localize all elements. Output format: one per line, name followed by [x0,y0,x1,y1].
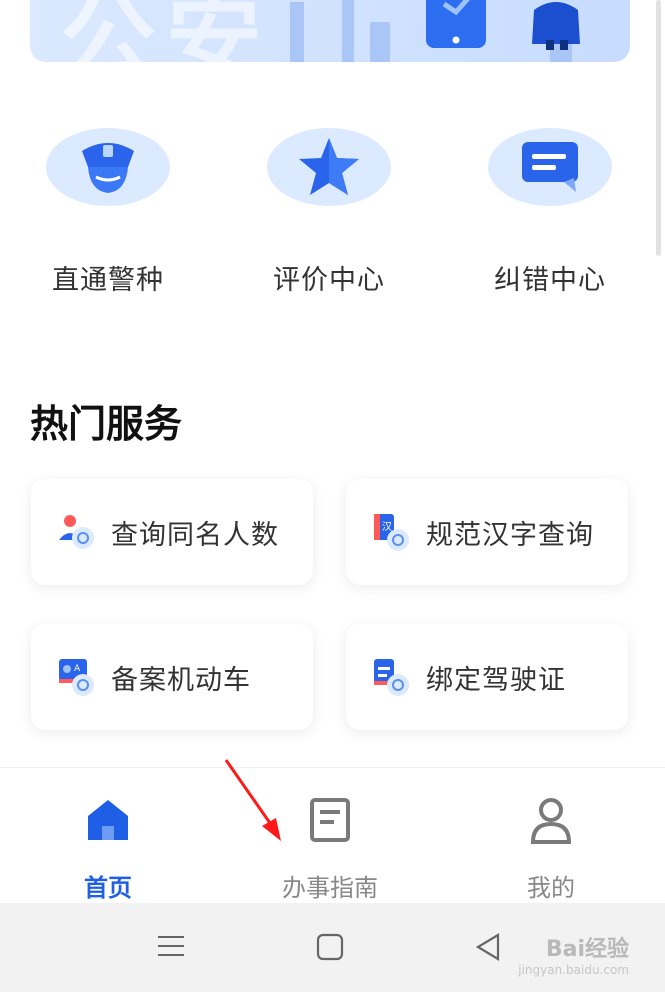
service-card-label: 规范汉字查询 [426,519,594,551]
tab-label: 我的 [527,874,575,902]
profile-icon [525,794,577,846]
tab-label: 办事指南 [282,874,378,902]
banner-building [290,2,304,62]
tab-guide[interactable]: 办事指南 [240,768,420,903]
message-icon [488,128,612,206]
guide-document-icon [304,794,356,846]
quick-entries: 直通警种 评价中心 纠错中心 [0,128,665,298]
service-card-vehicle-register[interactable]: A 备案机动车 [31,624,313,730]
svg-text:汉: 汉 [382,521,392,533]
person-search-icon [57,512,97,552]
driver-license-icon [372,657,412,697]
chinese-dictionary-icon: 汉 [372,512,412,552]
quick-entry-label: 评价中心 [273,265,385,296]
quick-entry-rating[interactable]: 评价中心 [249,128,409,297]
phone-illustration-icon [426,0,486,48]
quick-entry-correction[interactable]: 纠错中心 [470,128,630,297]
bottom-tab-bar: 首页 办事指南 我的 [0,767,665,904]
star-icon [267,128,391,206]
system-navigation-bar: Bai经验 jingyan.baidu.com [0,903,665,992]
watermark-url: jingyan.baidu.com [518,963,629,977]
quick-entry-label: 直通警种 [52,265,164,296]
banner-building [370,22,390,62]
tab-home[interactable]: 首页 [18,768,198,903]
top-banner[interactable]: 公安 [30,0,630,62]
tab-mine[interactable]: 我的 [461,768,641,903]
quick-entry-label: 纠错中心 [494,265,606,296]
service-card-hanzi-query[interactable]: 汉 规范汉字查询 [346,479,628,585]
svg-text:A: A [74,664,81,674]
home-square-icon[interactable] [314,931,346,963]
service-card-label: 查询同名人数 [111,519,279,551]
back-icon[interactable] [472,931,504,963]
tab-label: 首页 [84,874,132,902]
police-cap-icon [46,128,170,206]
vehicle-register-icon: A [57,657,97,697]
quick-entry-police[interactable]: 直通警种 [28,128,188,297]
section-title: 热门服务 [30,402,183,446]
menu-icon[interactable] [156,931,188,963]
home-icon [82,794,134,846]
service-card-bind-license[interactable]: 绑定驾驶证 [346,624,628,730]
banner-watermark-text: 公安 [60,0,272,62]
service-card-label: 绑定驾驶证 [426,664,566,696]
service-card-same-name[interactable]: 查询同名人数 [31,479,313,585]
police-figure-illustration-icon [532,2,580,50]
banner-building [342,0,354,62]
watermark-brand: Bai经验 [545,937,629,962]
service-card-label: 备案机动车 [111,664,251,696]
